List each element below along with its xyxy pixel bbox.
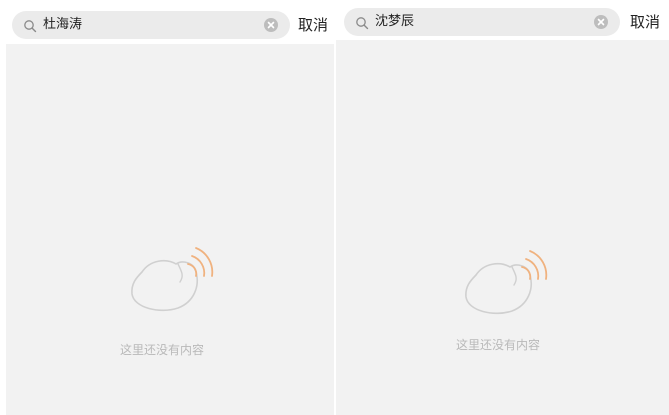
search-icon xyxy=(23,18,37,33)
screen-left: 杜海涛 取消 这里还没有内容 xyxy=(0,0,334,415)
results-area xyxy=(6,44,334,415)
empty-state-message: 这里还没有内容 xyxy=(120,343,205,357)
cancel-button[interactable]: 取消 xyxy=(630,12,660,32)
clear-icon[interactable] xyxy=(594,15,608,29)
empty-state-illustration xyxy=(456,245,552,325)
empty-state-message: 这里还没有内容 xyxy=(456,338,541,352)
clear-icon[interactable] xyxy=(264,18,278,32)
search-icon xyxy=(355,15,369,30)
empty-state-illustration xyxy=(122,242,218,322)
search-bar[interactable]: 沈梦辰 xyxy=(344,8,620,36)
cancel-button[interactable]: 取消 xyxy=(298,15,328,35)
search-input[interactable]: 杜海涛 xyxy=(43,16,82,34)
search-input[interactable]: 沈梦辰 xyxy=(375,13,414,31)
search-bar[interactable]: 杜海涛 xyxy=(12,11,290,39)
results-area xyxy=(336,40,669,415)
screen-right: 沈梦辰 取消 这里还没有内容 xyxy=(336,0,669,415)
